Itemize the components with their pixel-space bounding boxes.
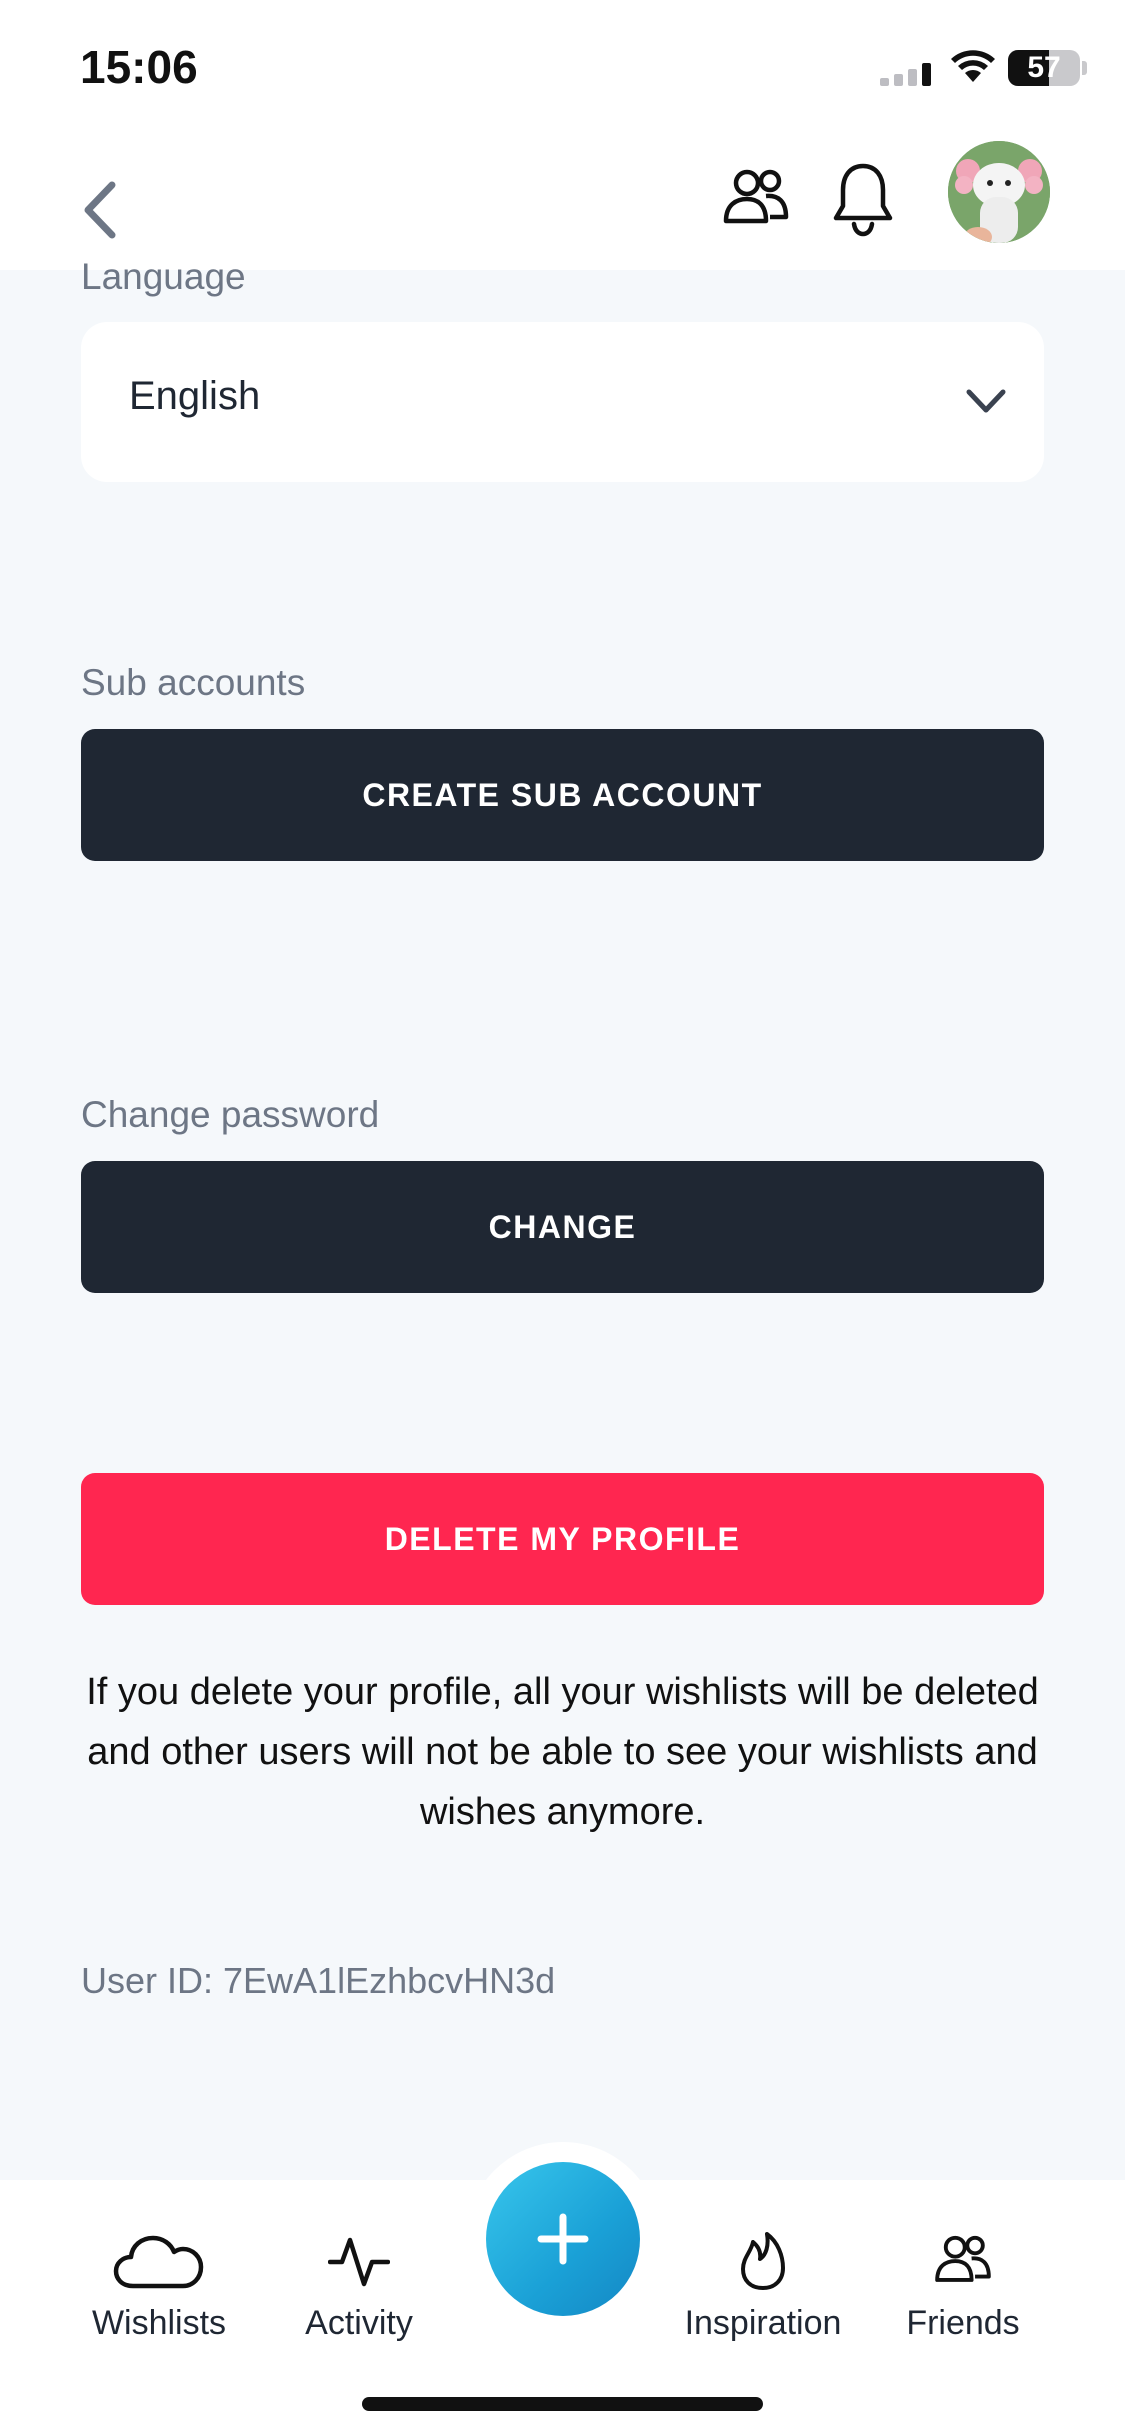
friends-icon bbox=[935, 2235, 991, 2282]
tab-activity[interactable]: Activity bbox=[284, 2230, 434, 2343]
language-label: Language bbox=[81, 256, 246, 297]
back-chevron-icon[interactable] bbox=[70, 175, 130, 245]
change-password-label: Change password bbox=[81, 1094, 380, 1135]
friends-icon[interactable] bbox=[720, 163, 792, 235]
user-id: User ID: 7EwA1lEzhbcvHN3d bbox=[81, 1960, 556, 2001]
activity-icon bbox=[328, 2237, 390, 2287]
tab-friends-label: Friends bbox=[906, 2304, 1020, 2342]
delete-profile-button[interactable]: DELETE MY PROFILE bbox=[81, 1473, 1044, 1605]
tab-wishlists-label: Wishlists bbox=[91, 2304, 227, 2342]
flame-icon bbox=[741, 2232, 785, 2290]
cellular-signal-icon bbox=[880, 63, 931, 86]
sub-accounts-label: Sub accounts bbox=[81, 662, 306, 703]
plus-icon bbox=[537, 2213, 589, 2265]
battery-icon: 57 bbox=[1008, 50, 1080, 86]
avatar-image bbox=[948, 141, 1050, 243]
avatar[interactable] bbox=[948, 141, 1050, 243]
cloud-icon bbox=[113, 2235, 204, 2289]
delete-warning-text: If you delete your profile, all your wis… bbox=[86, 1671, 1039, 1833]
add-button[interactable] bbox=[486, 2162, 640, 2316]
tab-friends[interactable]: Friends bbox=[888, 2230, 1038, 2343]
top-nav bbox=[0, 135, 1125, 270]
status-time: 15:06 bbox=[80, 41, 198, 93]
bell-icon[interactable] bbox=[830, 160, 896, 238]
tab-inspiration-label: Inspiration bbox=[684, 2304, 842, 2342]
battery-percent: 57 bbox=[1027, 51, 1061, 84]
chevron-down-icon bbox=[966, 389, 1006, 413]
battery-tip bbox=[1082, 61, 1087, 75]
language-value: English bbox=[129, 374, 261, 418]
language-select[interactable]: English bbox=[81, 322, 1044, 482]
tab-activity-label: Activity bbox=[305, 2304, 413, 2342]
wifi-icon bbox=[951, 50, 995, 82]
status-bar: 15:06 57 bbox=[0, 0, 1125, 135]
settings-content: Language English Sub accounts CREATE SUB… bbox=[0, 256, 1125, 2180]
change-password-button[interactable]: CHANGE bbox=[81, 1161, 1044, 1293]
tab-inspiration[interactable]: Inspiration bbox=[668, 2230, 858, 2343]
create-sub-account-button[interactable]: CREATE SUB ACCOUNT bbox=[81, 729, 1044, 861]
tab-wishlists[interactable]: Wishlists bbox=[84, 2230, 234, 2343]
home-indicator bbox=[362, 2397, 763, 2411]
